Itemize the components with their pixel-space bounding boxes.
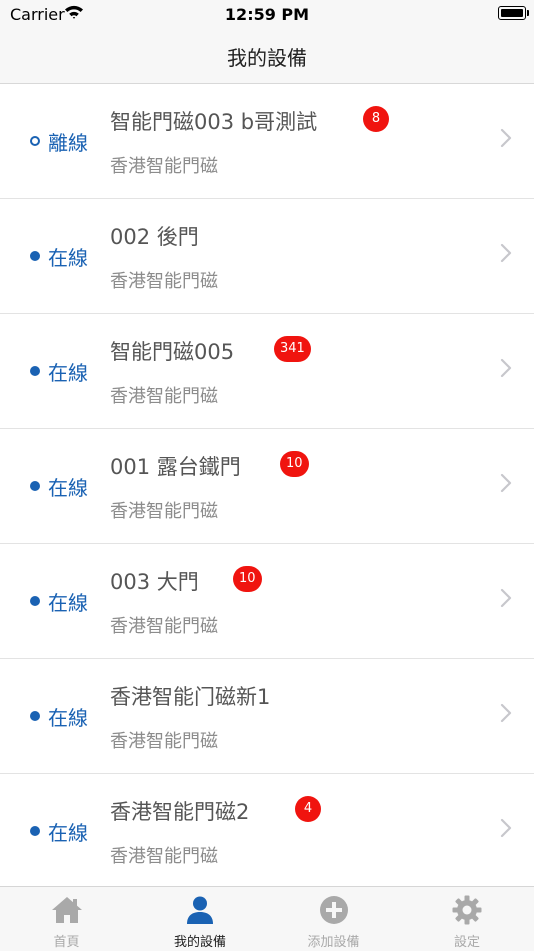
device-type: 香港智能門磁 — [110, 386, 218, 407]
chevron-right-icon — [500, 128, 512, 152]
device-row[interactable]: 在線 001 露台鐵門 10 香港智能門磁 — [0, 429, 534, 544]
connection-status: 在線 — [30, 244, 88, 270]
chevron-right-icon — [500, 818, 512, 842]
status-dot-icon — [30, 596, 40, 606]
tab-home[interactable]: 首頁 — [0, 887, 133, 951]
navigation-bar: 我的設備 — [0, 30, 534, 84]
status-label: 在線 — [48, 245, 88, 270]
chevron-right-icon — [500, 243, 512, 267]
connection-status: 在線 — [30, 819, 88, 845]
tab-add-device[interactable]: 添加設備 — [267, 887, 400, 951]
notification-badge: 10 — [233, 566, 262, 592]
device-name: 香港智能門磁2 — [110, 800, 250, 824]
connection-status: 在線 — [30, 359, 88, 385]
device-type: 香港智能門磁 — [110, 846, 218, 867]
status-dot-icon — [30, 251, 40, 261]
status-label: 在線 — [48, 475, 88, 500]
notification-badge: 4 — [295, 796, 321, 822]
chevron-right-icon — [500, 703, 512, 727]
device-name: 003 大門 — [110, 570, 199, 594]
status-label: 在線 — [48, 360, 88, 385]
device-row[interactable]: 在線 003 大門 10 香港智能門磁 — [0, 544, 534, 659]
device-type: 香港智能門磁 — [110, 271, 218, 292]
connection-status: 離線 — [30, 129, 88, 155]
page-title: 我的設備 — [227, 46, 307, 70]
device-type: 香港智能門磁 — [110, 156, 218, 177]
status-dot-icon — [30, 711, 40, 721]
tab-bar: 首頁 我的設備 添加設備 設定 — [0, 886, 534, 951]
device-name: 香港智能门磁新1 — [110, 685, 271, 709]
device-name: 001 露台鐵門 — [110, 455, 241, 479]
connection-status: 在線 — [30, 704, 88, 730]
device-row[interactable]: 在線 香港智能门磁新1 香港智能門磁 — [0, 659, 534, 774]
chevron-right-icon — [500, 473, 512, 497]
device-row[interactable]: 離線 智能門磁003 b哥測試 8 香港智能門磁 — [0, 84, 534, 199]
tab-label: 添加設備 — [307, 935, 360, 950]
notification-badge: 341 — [274, 336, 311, 362]
connection-status: 在線 — [30, 474, 88, 500]
tab-label: 首頁 — [53, 935, 80, 950]
device-name: 002 後門 — [110, 225, 199, 249]
chevron-right-icon — [500, 358, 512, 382]
device-type: 香港智能門磁 — [110, 731, 218, 752]
status-label: 在線 — [48, 590, 88, 615]
device-type: 香港智能門磁 — [110, 616, 218, 637]
connection-status: 在線 — [30, 589, 88, 615]
status-dot-icon — [30, 826, 40, 836]
status-label: 在線 — [48, 820, 88, 845]
device-list: 離線 智能門磁003 b哥測試 8 香港智能門磁 在線 002 後門 香港智能門磁 在線 智能門… — [0, 84, 534, 889]
device-name: 智能門磁005 — [110, 340, 235, 364]
status-dot-icon — [30, 366, 40, 376]
device-row[interactable]: 在線 智能門磁005 341 香港智能門磁 — [0, 314, 534, 429]
chevron-right-icon — [500, 588, 512, 612]
tab-label: 設定 — [453, 935, 480, 950]
device-row[interactable]: 在線 香港智能門磁2 4 香港智能門磁 — [0, 774, 534, 889]
device-row[interactable]: 在線 002 後門 香港智能門磁 — [0, 199, 534, 314]
tab-my-devices[interactable]: 我的設備 — [134, 887, 267, 951]
notification-badge: 10 — [280, 451, 309, 477]
device-name: 智能門磁003 b哥測試 — [110, 110, 318, 134]
status-label: 在線 — [48, 705, 88, 730]
tab-label: 我的設備 — [173, 935, 226, 950]
tab-settings[interactable]: 設定 — [401, 887, 534, 951]
status-dot-icon — [30, 136, 40, 146]
battery-icon — [498, 6, 529, 20]
status-time: 12:59 PM — [224, 5, 310, 24]
notification-badge: 8 — [363, 106, 389, 132]
device-type: 香港智能門磁 — [110, 501, 218, 522]
status-dot-icon — [30, 481, 40, 491]
status-label: 離線 — [48, 130, 88, 155]
status-bar: Carrier 12:59 PM — [0, 0, 534, 30]
